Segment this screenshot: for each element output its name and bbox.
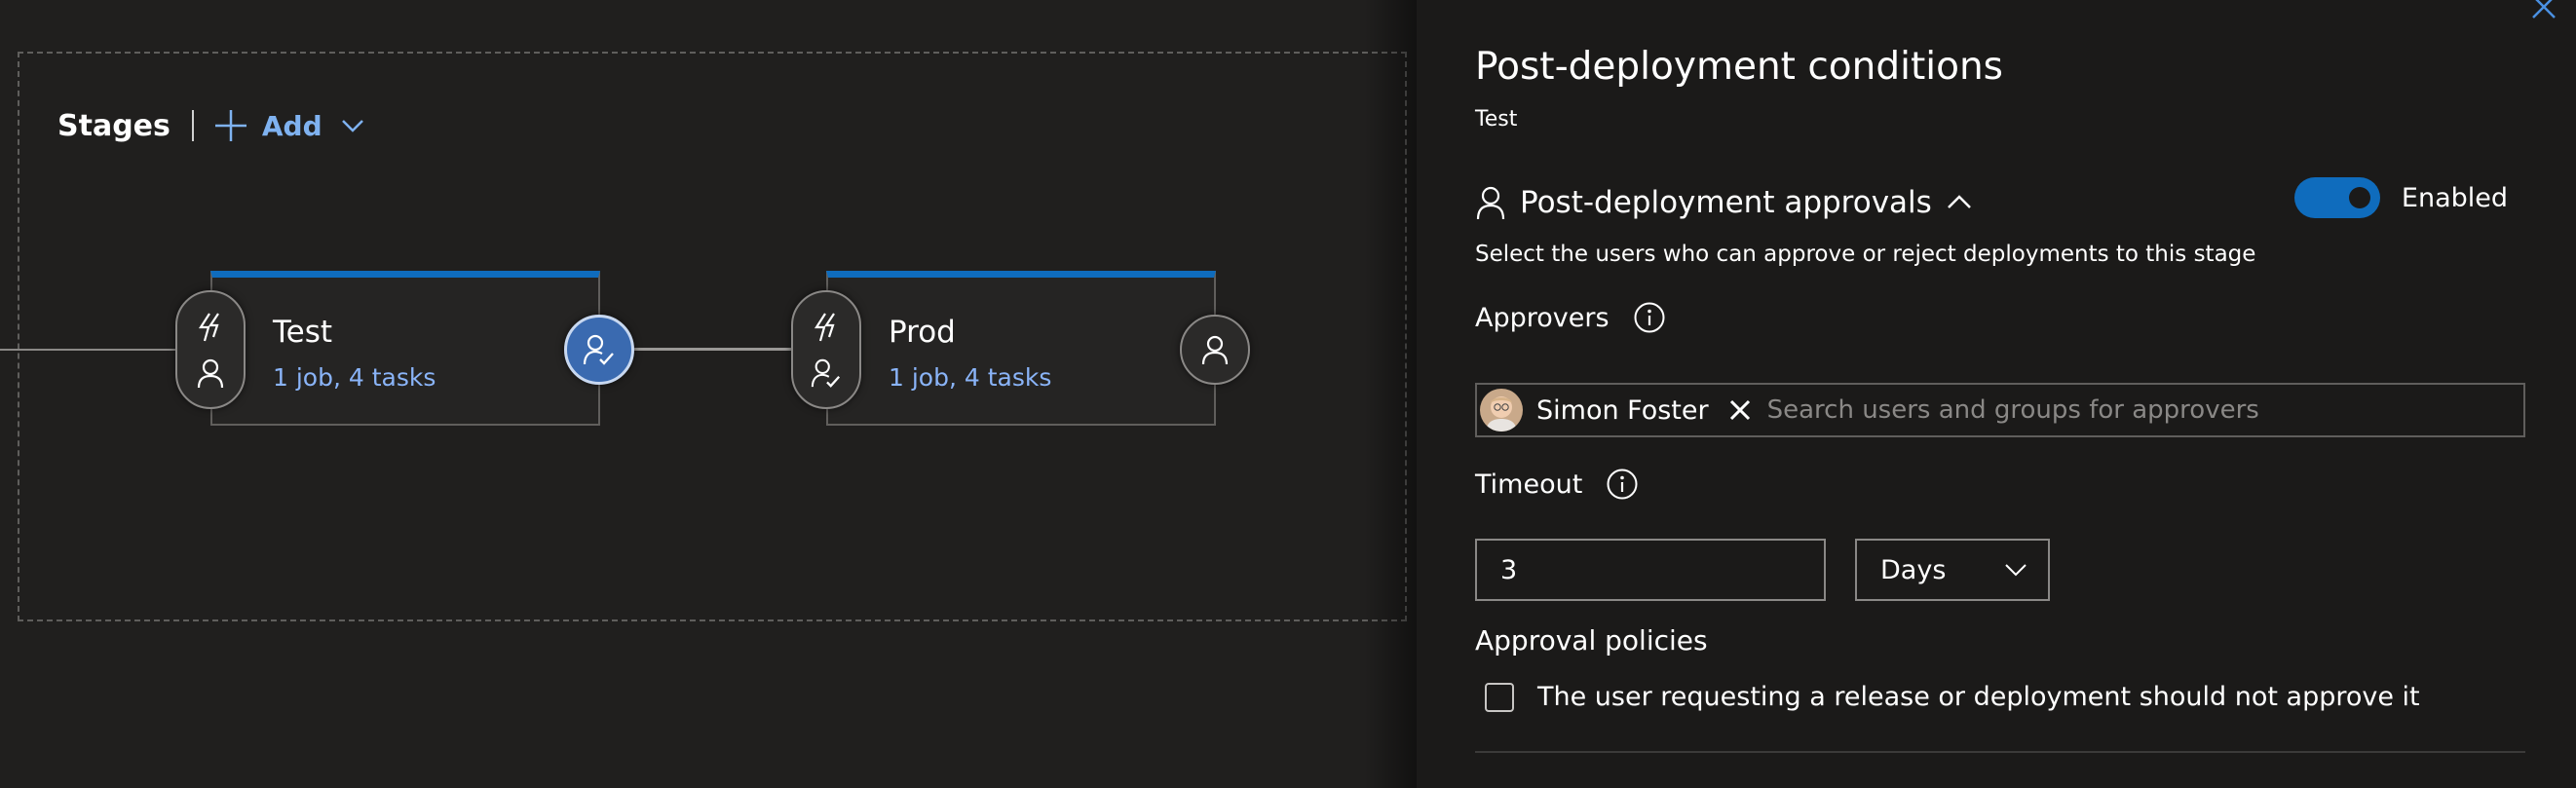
approvals-section-toggle[interactable]: Post-deployment approvals — [1475, 181, 1973, 224]
pipeline-canvas: Stages Add Test 1 job, 4 tasks Prod 1 jo… — [0, 0, 1417, 788]
person-icon — [1201, 335, 1229, 365]
lightning-icon[interactable] — [810, 311, 843, 344]
approvers-picker[interactable]: Simon Foster — [1475, 383, 2525, 437]
stage-name: Test — [273, 315, 333, 350]
approver-chip-name: Simon Foster — [1536, 394, 1709, 426]
artifact-connector — [0, 349, 180, 351]
toggle-label: Enabled — [2401, 182, 2508, 213]
toggle-knob — [2348, 187, 2370, 208]
policy-option-label: The user requesting a release or deploym… — [1537, 682, 2420, 712]
stages-title: Stages — [57, 108, 170, 143]
pre-deployment-conditions-test[interactable] — [175, 290, 246, 409]
stage-job-info[interactable]: 1 job, 4 tasks — [273, 363, 436, 392]
pre-deployment-conditions-prod[interactable] — [791, 290, 861, 409]
add-stage-label: Add — [261, 109, 322, 142]
chevron-up-icon — [1947, 195, 1971, 208]
approvers-label-row: Approvers — [1475, 301, 1666, 334]
approvals-description: Select the users who can approve or reje… — [1475, 242, 2256, 267]
timeout-unit-value: Days — [1880, 554, 1947, 585]
policy-option-row[interactable]: The user requesting a release or deploym… — [1485, 682, 2420, 712]
info-icon[interactable] — [1633, 301, 1666, 334]
chevron-down-icon — [2005, 564, 2027, 577]
post-deployment-conditions-prod[interactable] — [1180, 315, 1250, 385]
timeout-label: Timeout — [1475, 469, 1583, 500]
close-icon — [1729, 399, 1750, 421]
header-separator — [191, 110, 194, 141]
stages-header: Stages Add — [57, 101, 365, 150]
stage-job-info[interactable]: 1 job, 4 tasks — [889, 363, 1051, 392]
close-icon — [2532, 0, 2556, 19]
plus-icon — [214, 110, 246, 141]
lightning-icon[interactable] — [194, 311, 227, 344]
panel-subtitle: Test — [1475, 107, 1518, 131]
stage-name: Prod — [889, 315, 956, 350]
person-icon — [1476, 186, 1505, 220]
panel-shadow — [1364, 0, 1417, 788]
approval-policies-title: Approval policies — [1475, 624, 1708, 657]
approvals-section-title: Post-deployment approvals — [1520, 185, 1932, 220]
section-divider — [1475, 751, 2525, 753]
post-deployment-conditions-test[interactable] — [564, 315, 634, 385]
stage-connector — [631, 348, 799, 351]
person-check-icon[interactable] — [811, 357, 842, 389]
avatar — [1480, 389, 1523, 432]
toggle-switch[interactable] — [2293, 177, 2380, 218]
policy-checkbox[interactable] — [1485, 682, 1514, 712]
stage-card-prod[interactable]: Prod 1 job, 4 tasks — [826, 271, 1216, 426]
timeout-label-row: Timeout — [1475, 468, 1639, 501]
approvers-label: Approvers — [1475, 302, 1610, 333]
chevron-down-icon[interactable] — [340, 113, 365, 138]
post-deployment-conditions-panel: Post-deployment conditions Test Post-dep… — [1417, 0, 2576, 788]
person-icon[interactable] — [196, 357, 225, 389]
timeout-unit-dropdown[interactable]: Days — [1855, 539, 2050, 601]
approvals-enabled-toggle[interactable]: Enabled — [2293, 177, 2508, 218]
approver-search-input[interactable] — [1764, 385, 2523, 435]
add-stage-button[interactable]: Add — [213, 108, 365, 143]
panel-title: Post-deployment conditions — [1475, 45, 2003, 89]
info-icon[interactable] — [1606, 468, 1639, 501]
timeout-value-input[interactable] — [1475, 539, 1826, 601]
close-panel-button[interactable] — [2529, 0, 2558, 25]
stage-card-test[interactable]: Test 1 job, 4 tasks — [210, 271, 600, 426]
remove-approver-button[interactable] — [1728, 398, 1752, 422]
person-check-icon — [583, 334, 614, 365]
